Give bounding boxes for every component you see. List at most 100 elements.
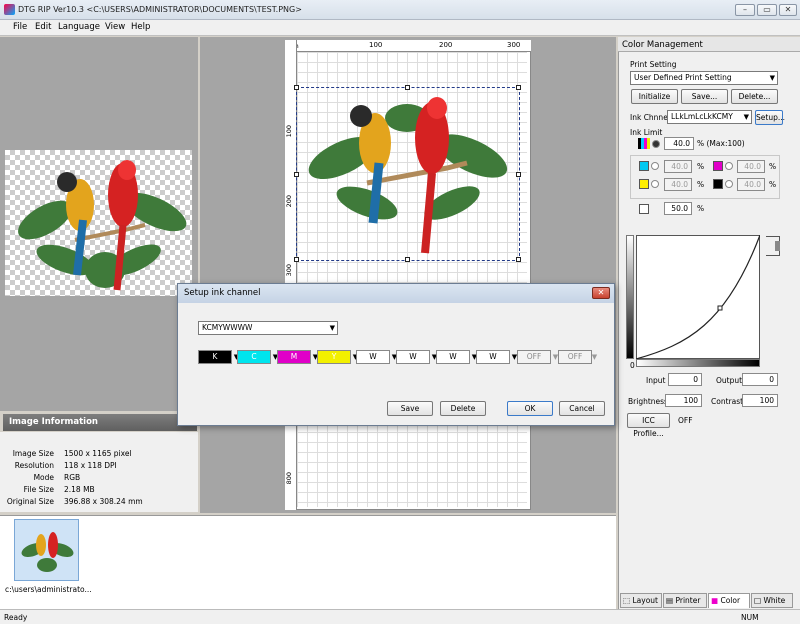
tone-curve-graph[interactable] (636, 235, 760, 359)
magenta-radio[interactable] (725, 162, 733, 170)
original-image-preview (5, 150, 192, 296)
resize-handle[interactable] (516, 172, 521, 177)
curve-channel-toggle[interactable] (766, 236, 780, 256)
resize-handle[interactable] (294, 172, 299, 177)
menu-edit[interactable]: Edit (35, 22, 51, 32)
panel-tabs: ⬚ Layout ▤ Printer ■ Color □ White (618, 593, 800, 609)
color-icon: ■ (711, 596, 719, 605)
chevron-down-icon: ▼ (329, 324, 335, 332)
resize-handle[interactable] (294, 85, 299, 90)
cyan-limit-field[interactable]: 40.0 (664, 160, 692, 173)
print-setting-select[interactable]: User Defined Print Setting ▼ (630, 71, 778, 85)
minimize-button[interactable]: – (735, 4, 755, 16)
placed-parrot-image (308, 97, 508, 254)
ink-limit-label: Ink Limit (630, 128, 663, 137)
resize-handle[interactable] (294, 257, 299, 262)
total-ink-icon (638, 138, 650, 149)
delete-setting-button[interactable]: Delete... (731, 89, 778, 104)
dialog-ok-button[interactable]: OK (507, 401, 553, 416)
info-row: File Size 2.18 MB (23, 485, 95, 494)
ink-channel-9[interactable]: OFF (517, 350, 551, 364)
tab-printer[interactable]: ▤ Printer (663, 593, 707, 608)
ink-channel-label: Ink Chnnel (630, 113, 670, 122)
ink-channel-8[interactable]: W (476, 350, 510, 364)
magenta-limit-field[interactable]: 40.0 (737, 160, 765, 173)
chevron-down-icon: ▼ (743, 113, 749, 121)
info-row: Mode RGB (33, 473, 81, 482)
ink-channel-10[interactable]: OFF (558, 350, 592, 364)
tab-white[interactable]: □ White (751, 593, 793, 608)
dialog-delete-button[interactable]: Delete (440, 401, 486, 416)
ink-channel-setup-button[interactable]: Setup... (755, 110, 785, 125)
curve-input-field[interactable]: 0 (668, 373, 702, 386)
tab-layout[interactable]: ⬚ Layout (620, 593, 662, 608)
dialog-cancel-button[interactable]: Cancel (559, 401, 605, 416)
printer-icon: ▤ (666, 596, 674, 605)
white-limit-field[interactable]: 50.0 (664, 202, 692, 215)
image-selection-box[interactable] (294, 85, 521, 262)
total-limit-max: % (Max:100) (697, 139, 745, 148)
resize-handle[interactable] (405, 85, 410, 90)
cyan-radio[interactable] (651, 162, 659, 170)
resize-handle[interactable] (405, 257, 410, 262)
chevron-down-icon[interactable]: ▼ (590, 350, 599, 364)
maximize-button[interactable]: ▭ (757, 4, 777, 16)
total-limit-field[interactable]: 40.0 (664, 137, 694, 150)
app-icon (4, 4, 15, 15)
ink-channel-2[interactable]: C (237, 350, 271, 364)
dialog-save-button[interactable]: Save (387, 401, 433, 416)
curve-icon (775, 241, 780, 251)
menu-file[interactable]: File (13, 22, 27, 32)
menu-help[interactable]: Help (131, 22, 150, 32)
tab-color[interactable]: ■ Color (708, 593, 750, 608)
curve-control-point (717, 305, 723, 311)
black-radio[interactable] (725, 180, 733, 188)
icc-profile-value: OFF (678, 416, 693, 425)
yellow-limit-field[interactable]: 40.0 (664, 178, 692, 191)
title-bar: DTG RIP Ver10.3 <C:\USERS\ADMINISTRATOR\… (0, 0, 800, 20)
curve-gradient-vertical (626, 235, 634, 359)
image-thumbnail[interactable] (14, 519, 79, 581)
ink-channel-5[interactable]: W (356, 350, 390, 364)
contrast-field[interactable]: 100 (742, 394, 778, 407)
ink-channel-1[interactable]: K (198, 350, 232, 364)
ink-channel-6[interactable]: W (396, 350, 430, 364)
white-icon: □ (754, 596, 762, 605)
info-row: Image Size 1500 x 1165 pixel (12, 449, 132, 458)
status-text: Ready (4, 613, 28, 622)
brightness-field[interactable]: 100 (665, 394, 702, 407)
ink-channel-4[interactable]: Y (317, 350, 351, 364)
thumbnail-strip (0, 515, 616, 609)
color-management-header: Color Management (618, 37, 800, 52)
menu-language[interactable]: Language (58, 22, 100, 32)
ink-channel-select[interactable]: LLkLmLcLkKCMY ▼ (667, 110, 752, 124)
menu-view[interactable]: View (105, 22, 125, 32)
yellow-radio[interactable] (651, 180, 659, 188)
ink-channel-3[interactable]: M (277, 350, 311, 364)
total-limit-radio[interactable] (652, 140, 660, 148)
initialize-button[interactable]: Initialize (631, 89, 678, 104)
parrot-image (18, 160, 187, 291)
resize-handle[interactable] (516, 257, 521, 262)
icc-profile-button[interactable]: ICC Profile... (627, 413, 670, 438)
save-setting-button[interactable]: Save... (681, 89, 728, 104)
black-swatch (713, 179, 723, 189)
curve-output-field[interactable]: 0 (742, 373, 778, 386)
magenta-swatch (713, 161, 723, 171)
ink-channel-7[interactable]: W (436, 350, 470, 364)
num-lock-indicator: NUM (741, 613, 759, 622)
info-row: Original Size 396.88 x 308.24 mm (6, 497, 143, 506)
resize-handle[interactable] (516, 85, 521, 90)
ink-preset-select[interactable]: KCMYWWWW ▼ (198, 321, 338, 335)
image-info-header: Image Information (3, 414, 197, 431)
dialog-title-bar: Setup ink channel (178, 284, 614, 303)
black-limit-field[interactable]: 40.0 (737, 178, 765, 191)
print-setting-label: Print Setting (630, 60, 677, 69)
menu-bar: File Edit Language View Help (0, 20, 800, 36)
thumbnail-image (21, 532, 74, 572)
close-button[interactable]: ✕ (779, 4, 797, 16)
white-swatch (639, 204, 649, 214)
cyan-swatch (639, 161, 649, 171)
dialog-close-icon[interactable]: ✕ (592, 287, 610, 299)
setup-ink-channel-dialog: Setup ink channel ✕ KCMYWWWW▼ K ▼ C ▼ M … (177, 283, 615, 426)
